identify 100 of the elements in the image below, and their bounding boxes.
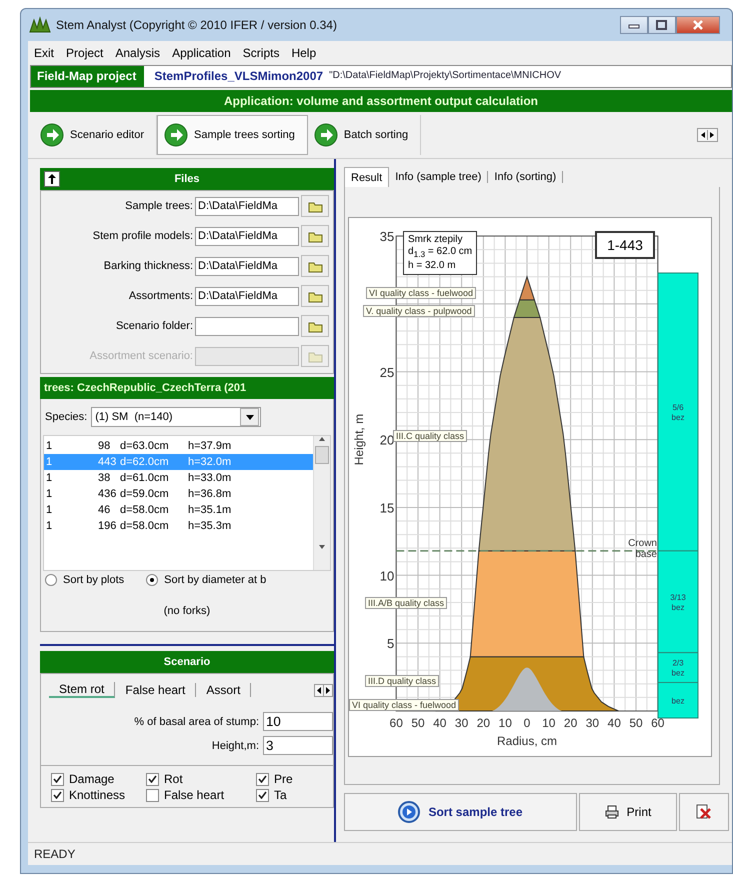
y-tick-label: 15 (380, 500, 394, 516)
field-label: Barking thickness: (104, 260, 193, 272)
tab-scroll-arrows[interactable] (697, 128, 718, 142)
toolbar-tab[interactable]: Batch sorting (308, 115, 422, 155)
tree-list-row[interactable]: 1 98 d=63.0cm h=37.9m (44, 438, 313, 454)
option-checkbox[interactable]: False heart (146, 788, 256, 802)
menu-item[interactable]: Scripts (242, 46, 280, 60)
y-tick-label: 25 (380, 364, 394, 380)
path-input[interactable]: D:\Data\FieldMa (195, 226, 299, 246)
files-title: Files (174, 173, 200, 185)
sort-radio[interactable]: Sort by diameter at b (146, 574, 266, 586)
quality-class-label: VI quality class - fuelwood (366, 287, 476, 299)
tree-id-label: 1-443 (595, 231, 655, 259)
path-input[interactable] (195, 316, 299, 336)
value-input[interactable]: 3 (263, 736, 333, 755)
y-tick-label: 5 (386, 636, 394, 652)
quality-class-label: III.C quality class (393, 430, 468, 442)
quality-class-label: V. quality class - pulpwood (363, 305, 475, 317)
path-input[interactable]: D:\Data\FieldMa (195, 196, 299, 216)
minimize-button[interactable] (620, 16, 648, 34)
result-tab[interactable]: Info (sample tree) (389, 171, 488, 183)
tree-list-row[interactable]: 1 436 d=59.0cm h=36.8m (44, 486, 313, 502)
option-checkbox[interactable]: Pre (256, 772, 333, 786)
option-checkbox[interactable]: Damage (51, 772, 146, 786)
quality-class-label: III.D quality class (365, 675, 440, 687)
crown-base-label: Crown base (627, 538, 657, 560)
tree-info-text: Smrk ztepily (408, 234, 464, 246)
play-icon (398, 801, 420, 823)
menu-item[interactable]: Analysis (115, 46, 160, 60)
y-tick-label: 10 (380, 568, 394, 584)
field-label: Assortment scenario: (90, 350, 193, 362)
document-cross-icon (696, 804, 712, 820)
browse-button[interactable] (301, 285, 329, 307)
export-button[interactable] (679, 793, 729, 831)
field-label: Assortments: (128, 290, 193, 302)
x-tick-label: 20 (476, 716, 490, 730)
print-button[interactable]: Print (579, 793, 677, 831)
species-dropdown[interactable]: (1) SM (n=140) (91, 407, 262, 427)
maximize-button[interactable] (648, 16, 676, 34)
x-tick-label: 50 (411, 716, 425, 730)
scroll-up-icon (318, 436, 326, 442)
tree-info-text: h = 32.0 m (408, 260, 457, 272)
option-checkbox[interactable]: Knottiness (51, 788, 146, 802)
assortment-label: 2/3 bez (672, 658, 684, 678)
arrow-circle-icon (314, 123, 338, 147)
arrow-circle-icon (164, 123, 188, 147)
menu-item[interactable]: Help (291, 46, 316, 60)
quality-class-label: III.A/B quality class (365, 597, 448, 609)
menu-item[interactable]: Project (66, 46, 104, 60)
field-label: Stem profile models: (92, 230, 193, 242)
scenario-tab[interactable]: Assort (196, 683, 252, 697)
scenario-tab[interactable]: Stem rot (49, 682, 116, 698)
path-input[interactable]: D:\Data\FieldMa (195, 256, 299, 276)
forks-note: (no forks) (162, 605, 212, 617)
left-right-arrows-icon (315, 684, 332, 696)
x-tick-label: 60 (390, 716, 403, 730)
x-tick-label: 30 (586, 716, 600, 730)
scrollbar-thumb[interactable] (315, 446, 329, 464)
menu-item[interactable]: Exit (34, 46, 54, 60)
browse-button[interactable] (301, 195, 329, 217)
scenario-tab[interactable]: False heart (115, 683, 196, 697)
project-name: StemProfiles_VLSMimon2007 (153, 68, 324, 85)
close-icon (692, 20, 704, 30)
path-input[interactable]: D:\Data\FieldMa (195, 286, 299, 306)
tree-info-text: d$_{1.3}$ = 62.0 cm (408, 246, 472, 260)
up-arrow-icon (47, 173, 57, 185)
x-tick-label: 20 (564, 716, 578, 730)
option-checkbox[interactable]: Ta (256, 788, 333, 802)
collapse-button[interactable] (44, 171, 60, 187)
option-checkbox[interactable]: Rot (146, 772, 256, 786)
x-tick-label: 40 (433, 716, 446, 730)
arrow-circle-icon (40, 123, 64, 147)
value-input[interactable]: 10 (263, 712, 333, 731)
result-tab[interactable]: Result (344, 167, 390, 187)
tree-list-row[interactable]: 1 46 d=58.0cm h=35.1m (44, 502, 313, 518)
scroll-down-icon (318, 544, 326, 550)
scenario-header: Scenario (40, 651, 334, 673)
x-tick-label: 0 (524, 716, 530, 730)
dropdown-caret-icon (246, 414, 254, 420)
maximize-icon (656, 20, 668, 30)
field-label: Sample trees: (125, 200, 193, 212)
toolbar-tab[interactable]: Sample trees sorting (157, 115, 308, 155)
assortment-label: 3/13 bez (670, 592, 686, 612)
close-button[interactable] (676, 16, 720, 34)
toolbar-tab[interactable]: Scenario editor (34, 115, 157, 155)
tab-scroll-arrows[interactable] (314, 684, 333, 696)
sort-sample-tree-button[interactable]: Sort sample tree (344, 793, 577, 831)
browse-button[interactable] (301, 315, 329, 337)
result-tab[interactable]: Info (sorting) (488, 171, 564, 183)
assortment-label: 5/6 bez (672, 402, 684, 422)
scrollbar[interactable] (313, 436, 330, 570)
tree-list-row[interactable]: 1 38 d=61.0cm h=33.0m (44, 470, 313, 486)
printer-icon (604, 805, 619, 819)
x-tick-label: 30 (454, 716, 468, 730)
browse-button[interactable] (301, 255, 329, 277)
menu-item[interactable]: Application (172, 46, 231, 60)
sort-radio[interactable]: Sort by plots (45, 574, 124, 586)
browse-button[interactable] (301, 225, 329, 247)
tree-list-row[interactable]: 1 196 d=58.0cm h=35.3m (44, 518, 313, 534)
y-tick-label: 35 (380, 229, 394, 244)
